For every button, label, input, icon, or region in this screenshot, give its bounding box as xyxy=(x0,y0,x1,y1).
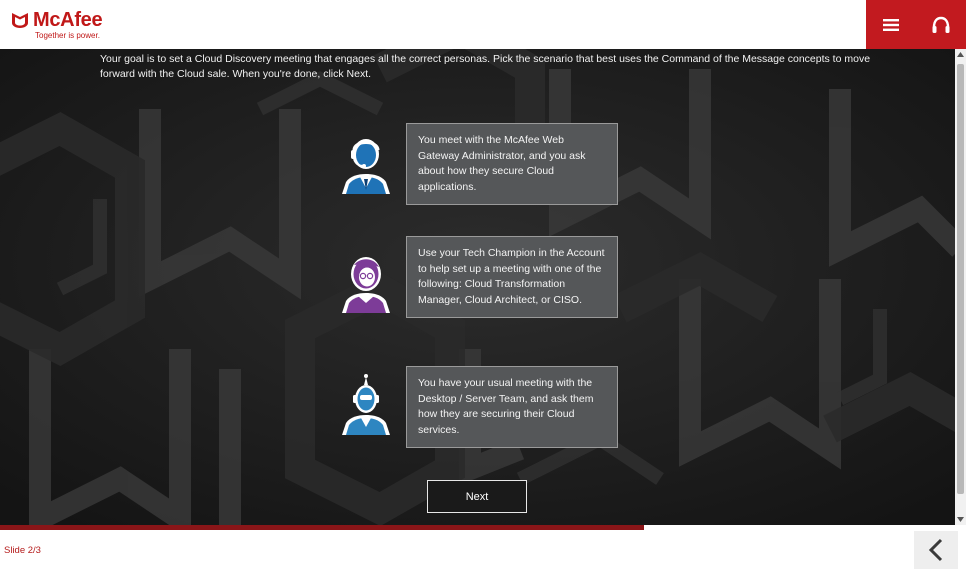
robot-operator-avatar-icon[interactable] xyxy=(334,371,398,443)
audio-button[interactable] xyxy=(916,0,966,49)
scroll-thumb[interactable] xyxy=(957,64,964,494)
chevron-left-icon xyxy=(928,538,943,562)
top-header: McAfee Together is power. xyxy=(0,0,966,49)
option-card-2[interactable]: Use your Tech Champion in the Account to… xyxy=(406,236,618,318)
slide-stage: Your goal is to set a Cloud Discovery me… xyxy=(0,49,955,525)
mcafee-logo: McAfee Together is power. xyxy=(11,9,103,44)
headset-agent-avatar-icon[interactable] xyxy=(334,132,398,204)
vertical-scrollbar[interactable] xyxy=(955,49,966,525)
option-text: You meet with the McAfee Web Gateway Adm… xyxy=(418,134,586,193)
female-champion-avatar-icon[interactable] xyxy=(334,251,398,323)
scroll-down-icon xyxy=(957,517,964,522)
scroll-down-arrow[interactable] xyxy=(955,514,966,525)
scroll-up-icon xyxy=(957,52,964,57)
hamburger-menu-icon xyxy=(883,18,899,31)
scroll-up-arrow[interactable] xyxy=(955,49,966,60)
brand-tagline: Together is power. xyxy=(35,31,100,40)
course-player: McAfee Together is power. Your goal is t… xyxy=(0,0,966,570)
option-text: Use your Tech Champion in the Account to… xyxy=(418,247,605,306)
option-card-3[interactable]: You have your usual meeting with the Des… xyxy=(406,366,618,448)
headphones-icon xyxy=(932,16,950,33)
previous-slide-button[interactable] xyxy=(914,531,958,569)
slide-counter: Slide 2/3 xyxy=(4,545,41,556)
header-actions xyxy=(866,0,966,49)
slide-instructions: Your goal is to set a Cloud Discovery me… xyxy=(100,53,871,80)
next-button[interactable]: Next xyxy=(427,480,527,513)
menu-button[interactable] xyxy=(866,0,916,49)
mcafee-shield-icon xyxy=(12,13,28,28)
bottom-footer: Slide 2/3 xyxy=(0,530,966,570)
option-card-1[interactable]: You meet with the McAfee Web Gateway Adm… xyxy=(406,123,618,205)
option-text: You have your usual meeting with the Des… xyxy=(418,377,594,436)
brand-name: McAfee xyxy=(33,9,103,31)
